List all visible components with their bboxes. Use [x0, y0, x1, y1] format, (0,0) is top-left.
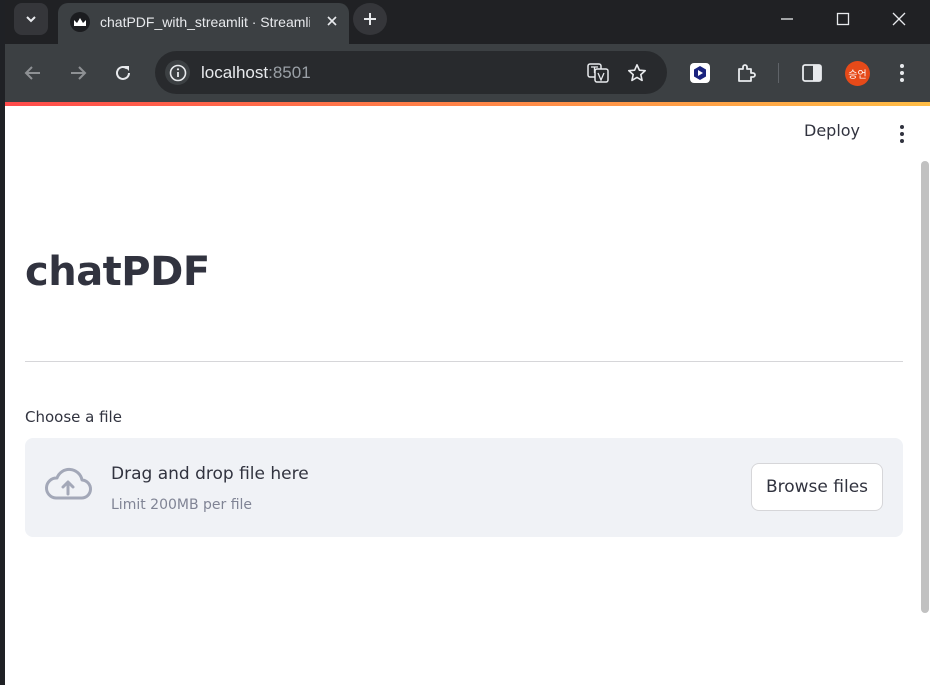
- arrow-left-icon: [24, 66, 40, 80]
- close-window-button[interactable]: [871, 0, 927, 38]
- address-bar[interactable]: localhost:8501: [155, 51, 667, 94]
- maximize-button[interactable]: [815, 0, 871, 38]
- page-title: chatPDF: [25, 249, 210, 295]
- browser-tab[interactable]: chatPDF_with_streamlit · Streamlit: [58, 3, 349, 44]
- browser-menu-button[interactable]: [887, 58, 917, 88]
- browse-files-button[interactable]: Browse files: [751, 463, 883, 511]
- app-menu-button[interactable]: [892, 123, 912, 145]
- back-button[interactable]: [18, 58, 48, 88]
- translate-button[interactable]: [583, 58, 613, 88]
- file-uploader-label: Choose a file: [25, 408, 122, 426]
- divider: [25, 361, 903, 362]
- profile-avatar[interactable]: 승언: [845, 61, 870, 86]
- info-icon: [169, 64, 186, 81]
- arrow-right-icon: [71, 66, 87, 80]
- site-info-button[interactable]: [165, 60, 190, 85]
- cloud-upload-icon: [45, 467, 92, 500]
- star-icon: [628, 64, 646, 82]
- kebab-menu-icon: [900, 125, 904, 143]
- dropzone-limit: Limit 200MB per file: [111, 497, 253, 513]
- extensions-button[interactable]: [731, 58, 761, 88]
- puzzle-icon: [738, 64, 756, 82]
- reload-button[interactable]: [108, 58, 138, 88]
- side-panel-icon: [802, 64, 822, 82]
- browser-toolbar: localhost:8501 승언: [5, 44, 930, 102]
- plus-icon: [364, 13, 376, 25]
- url-text[interactable]: localhost:8501: [201, 63, 311, 83]
- close-icon: [327, 16, 337, 26]
- toolbar-separator: [778, 63, 779, 83]
- tab-title: chatPDF_with_streamlit · Streamlit: [100, 14, 310, 30]
- kebab-menu-icon: [900, 64, 904, 82]
- tab-search-button[interactable]: [14, 3, 48, 35]
- deploy-button[interactable]: Deploy: [804, 121, 860, 140]
- scrollbar[interactable]: [921, 161, 929, 613]
- tab-strip: chatPDF_with_streamlit · Streamlit: [5, 0, 930, 44]
- close-tab-button[interactable]: [320, 9, 344, 33]
- forward-button[interactable]: [63, 58, 93, 88]
- extension-app-icon: [690, 63, 710, 83]
- extension-app-button[interactable]: [685, 58, 715, 88]
- translate-icon: [587, 63, 609, 83]
- dropzone-instructions: Drag and drop file here: [111, 464, 309, 484]
- browser-window: chatPDF_with_streamlit · Streamlit local…: [5, 0, 930, 685]
- bookmark-button[interactable]: [622, 58, 652, 88]
- minimize-icon: [781, 18, 793, 20]
- side-panel-button[interactable]: [797, 58, 827, 88]
- url-port: :8501: [268, 63, 311, 82]
- maximize-icon: [836, 12, 850, 26]
- streamlit-crown-icon: [70, 12, 90, 32]
- app-page: Deploy chatPDF Choose a file Drag and dr…: [5, 106, 930, 685]
- close-window-icon: [892, 12, 906, 26]
- file-dropzone[interactable]: Drag and drop file here Limit 200MB per …: [25, 438, 903, 537]
- chevron-down-icon: [26, 16, 36, 23]
- minimize-button[interactable]: [759, 0, 815, 38]
- url-host: localhost: [201, 63, 269, 82]
- reload-icon: [116, 65, 130, 80]
- new-tab-button[interactable]: [353, 3, 387, 35]
